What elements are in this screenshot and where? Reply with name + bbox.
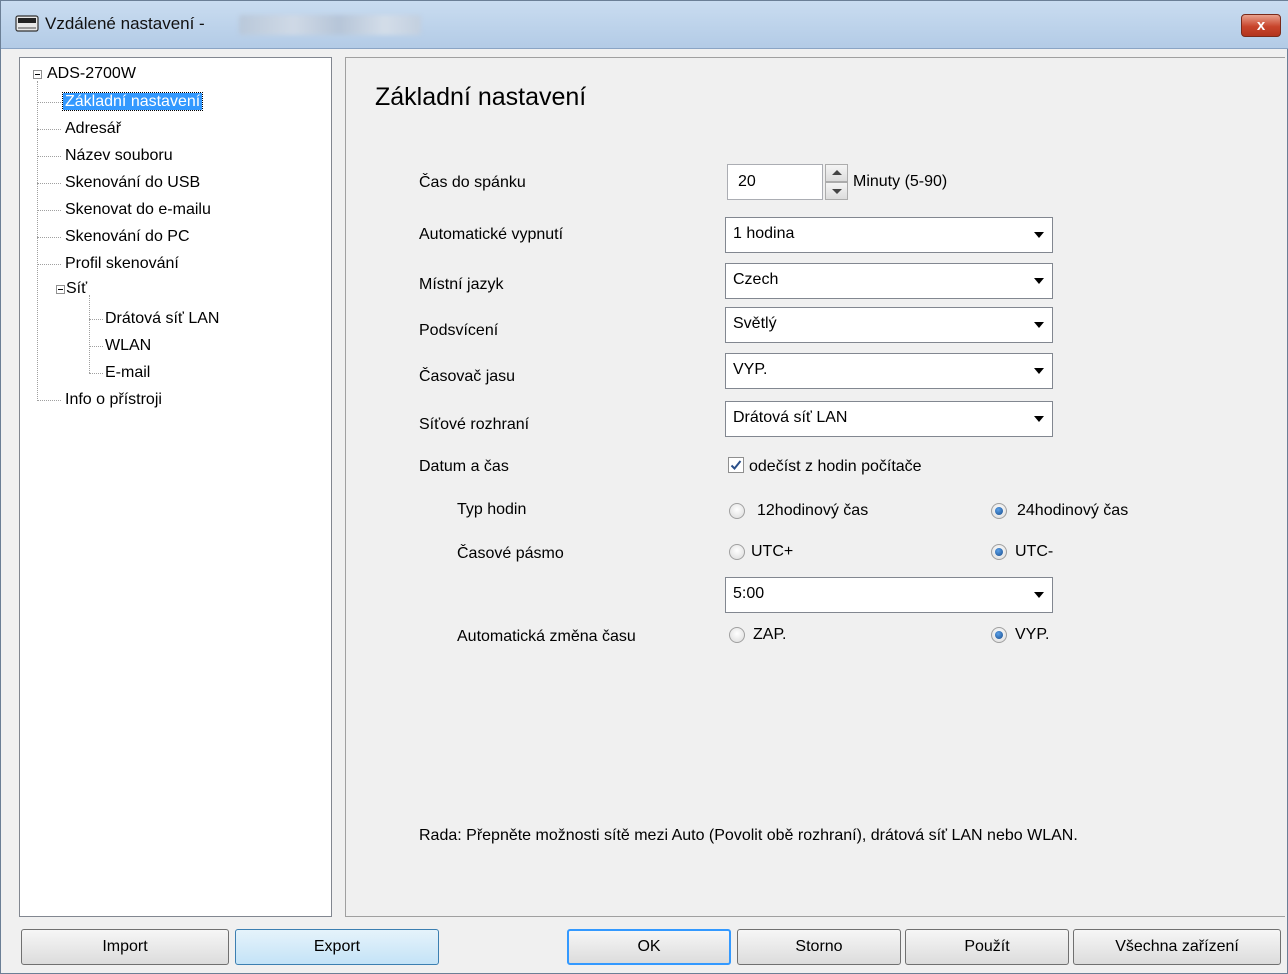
timezone-offset-select[interactable]: 5:00: [725, 577, 1053, 613]
utc-plus-radio[interactable]: [729, 544, 745, 560]
dst-on-radio[interactable]: [729, 627, 745, 643]
clock-24h-label: 24hodinový čas: [1017, 502, 1129, 519]
auto-off-label: Automatické vypnutí: [419, 226, 564, 243]
dst-off-label: VYP.: [1015, 626, 1050, 643]
stepper-up-button[interactable]: [825, 164, 848, 182]
page-title: Základní nastavení: [375, 83, 587, 111]
network-interface-select[interactable]: Drátová síť LAN: [725, 401, 1053, 437]
dst-on-label: ZAP.: [753, 626, 787, 643]
sleep-time-input[interactable]: 20: [727, 164, 823, 200]
tree-item-address-book[interactable]: Adresář: [65, 118, 121, 140]
tree-item-wlan[interactable]: WLAN: [105, 335, 151, 357]
printer-icon: [15, 13, 39, 35]
backlight-label: Podsvícení: [419, 322, 499, 339]
sleep-time-units: Minuty (5-90): [853, 173, 948, 190]
collapse-icon[interactable]: [33, 70, 42, 79]
dropdown-arrow-icon: [1034, 278, 1044, 284]
tree-item-scan-to-email[interactable]: Skenovat do e-mailu: [65, 199, 211, 221]
tree-item-network[interactable]: Síť: [66, 278, 87, 300]
tree-item-scan-profile[interactable]: Profil skenování: [65, 253, 179, 275]
close-button[interactable]: x: [1241, 14, 1281, 37]
datetime-label: Datum a čas: [419, 458, 509, 475]
dropdown-arrow-icon: [1034, 232, 1044, 238]
dropdown-arrow-icon: [1034, 322, 1044, 328]
network-interface-label: Síťové rozhraní: [419, 416, 530, 433]
ok-button[interactable]: OK: [567, 929, 731, 965]
checkmark-icon: [730, 460, 742, 470]
arrow-down-icon: [832, 189, 842, 194]
all-devices-button[interactable]: Všechna zařízení: [1073, 929, 1281, 965]
sync-pc-clock-checkbox[interactable]: [728, 457, 744, 473]
language-select[interactable]: Czech: [725, 263, 1053, 299]
dropdown-arrow-icon: [1034, 368, 1044, 374]
sync-pc-clock-label: odečíst z hodin počítače: [749, 458, 922, 475]
clock-type-label: Typ hodin: [457, 501, 527, 518]
auto-off-select[interactable]: 1 hodina: [725, 217, 1053, 253]
dropdown-arrow-icon: [1034, 592, 1044, 598]
tree-item-device-info[interactable]: Info o přístroji: [65, 389, 162, 411]
dim-timer-select[interactable]: VYP.: [725, 353, 1053, 389]
dropdown-arrow-icon: [1034, 416, 1044, 422]
language-label: Místní jazyk: [419, 276, 504, 293]
stepper-down-button[interactable]: [825, 182, 848, 200]
arrow-up-icon: [832, 170, 842, 175]
sleep-time-label: Čas do spánku: [419, 174, 526, 191]
tree-root-device[interactable]: ADS-2700W: [47, 63, 136, 85]
backlight-select[interactable]: Světlý: [725, 307, 1053, 343]
dst-off-radio[interactable]: [991, 627, 1007, 643]
utc-minus-label: UTC-: [1015, 543, 1054, 560]
tree-item-wired-lan[interactable]: Drátová síť LAN: [105, 308, 219, 330]
collapse-icon[interactable]: [56, 285, 65, 294]
import-button[interactable]: Import: [21, 929, 229, 965]
tree-item-basic-settings[interactable]: Základní nastavení: [61, 91, 204, 113]
remote-setup-window: Vzdálené nastavení - x ADS-2700W Základn…: [0, 0, 1288, 974]
apply-button[interactable]: Použít: [905, 929, 1069, 965]
tree-item-email[interactable]: E-mail: [105, 362, 150, 384]
hint-text: Rada: Přepněte možnosti sítě mezi Auto (…: [419, 827, 1078, 844]
window-title: Vzdálené nastavení -: [45, 14, 205, 33]
utc-plus-label: UTC+: [751, 543, 794, 560]
cancel-button[interactable]: Storno: [737, 929, 901, 965]
clock-12h-label: 12hodinový čas: [757, 502, 869, 519]
tree-item-file-name[interactable]: Název souboru: [65, 145, 173, 167]
tree-item-scan-to-pc[interactable]: Skenování do PC: [65, 226, 190, 248]
title-bar: Vzdálené nastavení - x: [1, 1, 1288, 49]
utc-minus-radio[interactable]: [991, 544, 1007, 560]
blurred-device-name: [239, 15, 421, 35]
dim-timer-label: Časovač jasu: [419, 368, 516, 385]
clock-12h-radio[interactable]: [729, 503, 745, 519]
sleep-time-stepper: [825, 164, 848, 200]
export-button[interactable]: Export: [235, 929, 439, 965]
dst-label: Automatická změna času: [457, 628, 636, 645]
timezone-label: Časové pásmo: [457, 545, 564, 562]
tree-item-scan-to-usb[interactable]: Skenování do USB: [65, 172, 200, 194]
clock-24h-radio[interactable]: [991, 503, 1007, 519]
